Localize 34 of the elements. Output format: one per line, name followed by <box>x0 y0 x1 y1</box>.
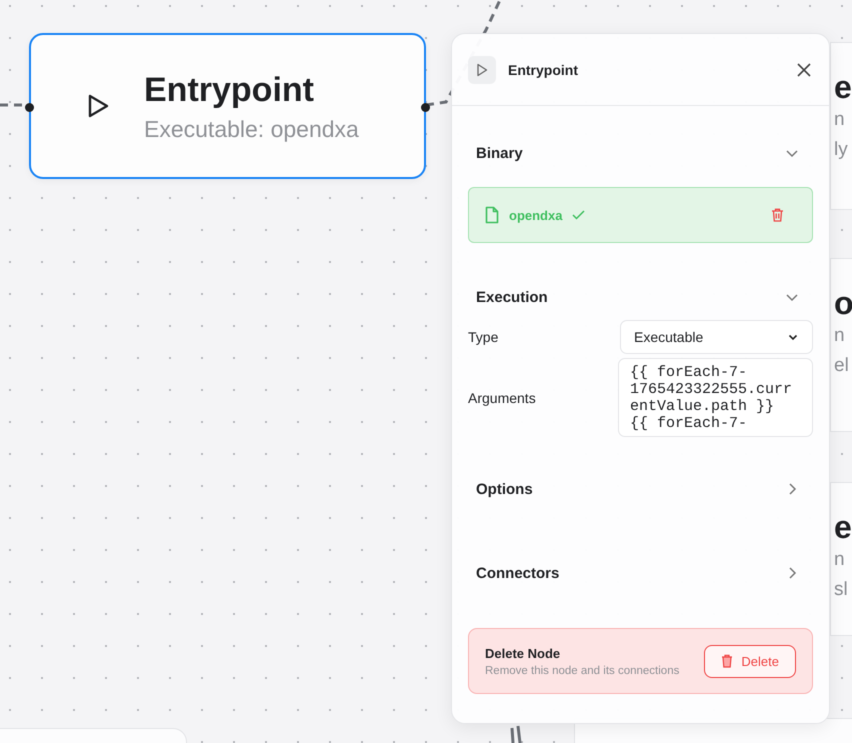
type-dropdown[interactable]: Executable <box>620 320 813 354</box>
section-header[interactable]: Execution <box>468 285 813 309</box>
node-title: Entrypoint <box>144 70 315 110</box>
edge-line <box>510 724 522 743</box>
field-label: Type <box>468 329 498 345</box>
close-button[interactable] <box>795 60 813 78</box>
section-header[interactable]: Binary <box>468 141 813 165</box>
section-header[interactable]: Connectors <box>468 561 813 585</box>
file-icon <box>485 206 499 224</box>
node-description: sl <box>834 578 849 602</box>
port-handle[interactable] <box>25 103 34 112</box>
port-handle[interactable] <box>421 103 430 112</box>
play-icon <box>87 94 109 118</box>
danger-title: Delete Node <box>485 646 562 660</box>
node-title: e <box>834 509 852 545</box>
danger-description: Remove this node and its connections <box>485 664 680 676</box>
panel-title: Entrypoint <box>508 62 579 78</box>
delete-button[interactable]: Delete <box>704 644 796 678</box>
field-label: Arguments <box>468 390 536 406</box>
node-title: o <box>834 285 852 321</box>
node-title: e <box>834 69 852 105</box>
file-name: opendxa <box>509 208 562 222</box>
trash-icon[interactable] <box>771 208 784 222</box>
play-icon <box>468 56 496 84</box>
arguments-field[interactable]: {{ forEach-7-1765423322555.currentValue.path }} {{ forEach-7- <box>618 358 813 437</box>
trash-icon <box>721 654 734 668</box>
node-description: n <box>834 548 846 572</box>
node-description: n <box>834 108 846 132</box>
node-subtitle: Executable: opendxa <box>144 116 359 142</box>
section-header[interactable]: Options <box>468 477 813 501</box>
chevron-down-icon <box>788 334 798 340</box>
node-description: el <box>834 354 850 378</box>
node-description: n <box>834 324 846 348</box>
node-description: ly <box>834 138 849 162</box>
